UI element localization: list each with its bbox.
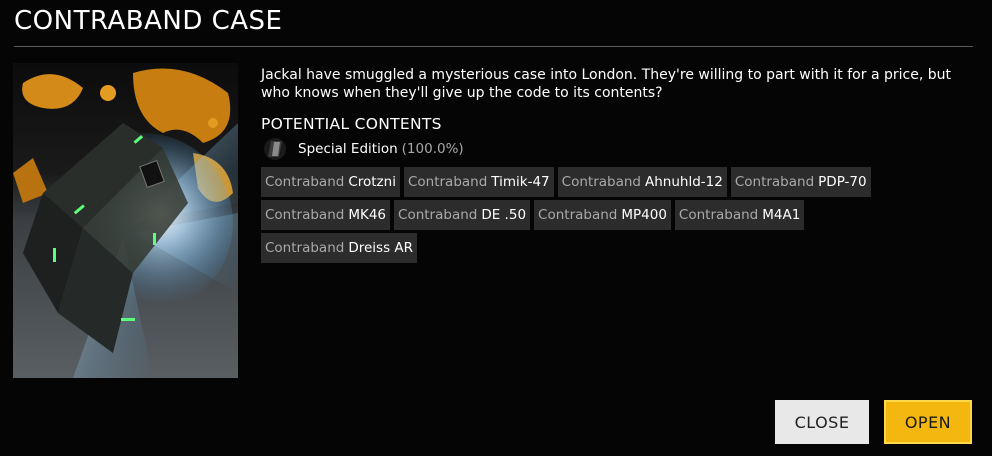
item-prefix: Contraband (407, 174, 488, 190)
content-item: Contraband PDP-70 (730, 167, 871, 197)
item-prefix: Contraband (265, 240, 345, 256)
case-artwork (13, 63, 238, 378)
item-prefix: Contraband (265, 174, 345, 190)
content-item: Contraband Crotzni (261, 167, 400, 197)
content-item: Contraband Dreiss AR (261, 233, 418, 263)
close-button[interactable]: CLOSE (775, 400, 869, 444)
title-divider (14, 46, 973, 47)
item-name: Dreiss AR (348, 240, 414, 256)
item-name: M4A1 (762, 207, 801, 223)
case-description: Jackal have smuggled a mysterious case i… (261, 67, 951, 101)
content-item: Contraband M4A1 (674, 200, 805, 230)
case-illustration (13, 63, 238, 378)
content-item: Contraband MK46 (261, 200, 391, 230)
item-prefix: Contraband (561, 174, 641, 190)
item-prefix: Contraband (265, 207, 345, 223)
item-prefix: Contraband (538, 207, 618, 223)
item-name: Timik-47 (491, 174, 550, 190)
content-item: Contraband DE .50 (394, 200, 531, 230)
item-prefix: Contraband (678, 207, 759, 223)
content-item: Contraband Ahnuhld-12 (557, 167, 727, 197)
special-edition-name: Special Edition (298, 141, 398, 157)
contents-list: Contraband Crotzni Contraband Timik-47 Con… (261, 167, 901, 266)
item-name: DE .50 (481, 207, 527, 223)
special-edition-row: Special Edition (100.0%) (262, 137, 464, 161)
item-name: MP400 (621, 207, 667, 223)
item-name: Crotzni (348, 174, 396, 190)
special-edition-chance: (100.0%) (401, 141, 464, 157)
contents-heading: POTENTIAL CONTENTS (261, 115, 442, 133)
content-item: Contraband Timik-47 (403, 167, 554, 197)
open-button[interactable]: OPEN (884, 400, 972, 444)
content-item: Contraband MP400 (534, 200, 671, 230)
dialog-title: CONTRABAND CASE (14, 6, 283, 36)
item-prefix: Contraband (398, 207, 478, 223)
item-name: MK46 (348, 207, 387, 223)
case-icon (262, 137, 288, 161)
item-prefix: Contraband (734, 174, 815, 190)
item-name: PDP-70 (818, 174, 867, 190)
item-name: Ahnuhld-12 (644, 174, 723, 190)
